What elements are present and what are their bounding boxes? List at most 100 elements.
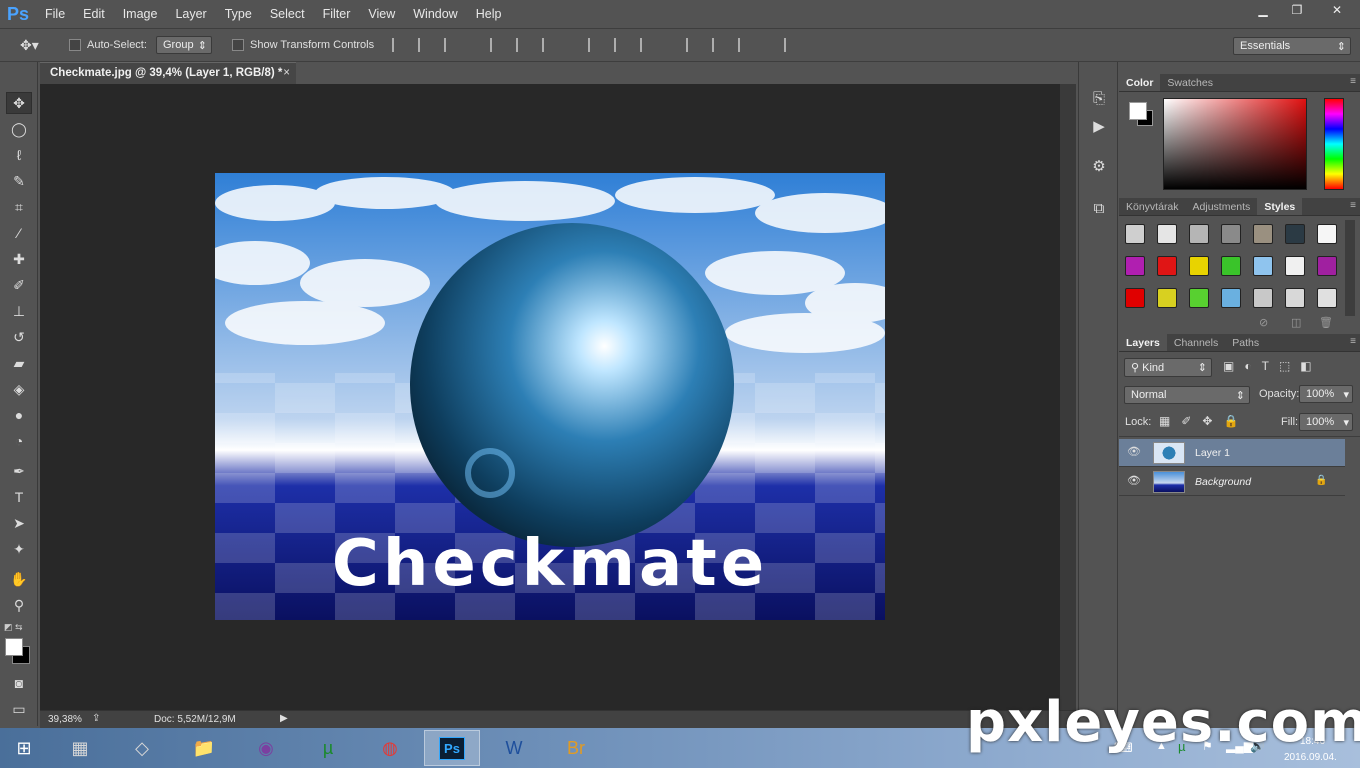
layer-name[interactable]: Background (1195, 476, 1251, 488)
distribute-top-icon[interactable] (588, 38, 602, 52)
style-swatch[interactable] (1253, 224, 1273, 244)
zoom-tool-icon[interactable]: ⚲ (6, 594, 32, 616)
history-brush-tool-icon[interactable]: ↺ (6, 326, 32, 348)
menu-view[interactable]: View (359, 0, 404, 28)
tab-color[interactable]: Color (1119, 74, 1161, 91)
blur-tool-icon[interactable]: ● (6, 404, 32, 426)
lock-position-icon[interactable]: ✥ (1202, 414, 1212, 428)
opacity-field[interactable]: 100% ▾ (1299, 385, 1353, 403)
style-swatch[interactable] (1189, 256, 1209, 276)
align-vcenter-icon[interactable] (418, 38, 432, 52)
move-tool-preset-icon[interactable]: ✥▾ (20, 37, 39, 54)
adjustment-filter-icon[interactable]: ◐ (1244, 359, 1251, 373)
layer-row-layer-1[interactable]: 👁 Layer 1 (1119, 439, 1345, 467)
menu-file[interactable]: File (36, 0, 74, 28)
tab-adjustments[interactable]: Adjustments (1186, 198, 1258, 215)
dodge-tool-icon[interactable]: ◔ (6, 430, 32, 452)
default-colors-icon[interactable]: ◩ ⇆ (4, 622, 23, 633)
healing-brush-tool-icon[interactable]: ✚ (6, 248, 32, 270)
vertical-scrollbar[interactable] (1060, 84, 1076, 710)
status-menu-arrow-icon[interactable]: ▶ (280, 713, 288, 724)
eyedropper-tool-icon[interactable]: ⁄ (6, 222, 32, 244)
visibility-eye-icon[interactable]: 👁 (1127, 474, 1141, 488)
zoom-level[interactable]: 39,38% (48, 714, 82, 725)
minimize-button[interactable]: ▁ (1246, 0, 1280, 20)
lock-transparent-icon[interactable]: ▦ (1159, 414, 1170, 428)
style-swatch[interactable] (1317, 256, 1337, 276)
new-style-icon[interactable]: ◫ (1291, 316, 1301, 329)
style-swatch[interactable] (1189, 224, 1209, 244)
type-tool-icon[interactable]: T (6, 486, 32, 508)
delete-style-icon[interactable]: 🗑 (1319, 316, 1333, 329)
style-swatch[interactable] (1285, 224, 1305, 244)
paint-bucket-tool-icon[interactable]: ◈ (6, 378, 32, 400)
style-swatch[interactable] (1317, 224, 1337, 244)
pixel-filter-icon[interactable]: ▣ (1223, 359, 1234, 373)
path-selection-tool-icon[interactable]: ➤ (6, 512, 32, 534)
align-left-icon[interactable] (490, 38, 504, 52)
elliptical-marquee-tool-icon[interactable]: ◯ (6, 118, 32, 140)
auto-select-checkbox[interactable] (69, 39, 81, 51)
calculator-taskbar-icon[interactable]: ▦ (52, 730, 108, 766)
style-swatch[interactable] (1285, 288, 1305, 308)
clone-stamp-tool-icon[interactable]: ⊥ (6, 300, 32, 322)
color-field[interactable] (1163, 98, 1307, 190)
shape-filter-icon[interactable]: ⬚ (1279, 359, 1290, 373)
styles-scrollbar[interactable] (1345, 220, 1355, 316)
style-swatch[interactable] (1125, 256, 1145, 276)
menu-help[interactable]: Help (467, 0, 511, 28)
move-tool-icon[interactable]: ✥ (6, 92, 32, 114)
style-swatch[interactable] (1317, 288, 1337, 308)
tab-layers[interactable]: Layers (1119, 334, 1167, 351)
pen-tool-icon[interactable]: ✒ (6, 460, 32, 482)
style-swatch[interactable] (1125, 288, 1145, 308)
foreground-color-chip[interactable] (1129, 102, 1147, 120)
lock-all-icon[interactable]: 🔒 (1223, 414, 1238, 428)
bridge-taskbar-icon[interactable]: Br (548, 730, 604, 766)
align-hcenter-icon[interactable] (516, 38, 530, 52)
tool-presets-panel-icon[interactable]: ⧉ (1089, 198, 1109, 218)
tab-swatches[interactable]: Swatches (1160, 74, 1220, 91)
hue-slider[interactable] (1324, 98, 1344, 190)
tab-konyvtarak[interactable]: Könyvtárak (1119, 198, 1186, 215)
type-filter-icon[interactable]: T (1262, 359, 1269, 373)
share-icon[interactable]: ⇪ (92, 713, 100, 724)
style-swatch[interactable] (1157, 288, 1177, 308)
chrome-taskbar-icon[interactable]: ◍ (362, 730, 418, 766)
utorrent-taskbar-icon[interactable]: µ (300, 730, 356, 766)
clear-style-icon[interactable]: ⊘ (1259, 316, 1268, 329)
style-swatch[interactable] (1157, 256, 1177, 276)
canvas-area[interactable]: Checkmate (40, 84, 1076, 710)
tab-styles[interactable]: Styles (1257, 198, 1303, 215)
menu-select[interactable]: Select (261, 0, 314, 28)
foreground-color-swatch[interactable] (5, 638, 23, 656)
distribute-right-icon[interactable] (738, 38, 752, 52)
style-swatch[interactable] (1125, 224, 1145, 244)
auto-align-icon[interactable] (784, 38, 798, 52)
viber-taskbar-icon[interactable]: ◉ (238, 730, 294, 766)
crop-tool-icon[interactable]: ⌗ (6, 196, 32, 218)
tab-channels[interactable]: Channels (1167, 334, 1225, 351)
tab-paths[interactable]: Paths (1225, 334, 1266, 351)
blend-mode-dropdown[interactable]: Normal ⇕ (1124, 386, 1250, 404)
file-explorer-taskbar-icon[interactable]: 📁 (176, 730, 232, 766)
actions-panel-icon[interactable]: ▶ (1089, 116, 1109, 136)
close-button[interactable]: ✕ (1314, 0, 1360, 20)
layer-filter-dropdown[interactable]: ⚲ Kind ⇕ (1124, 358, 1212, 377)
layer-name[interactable]: Layer 1 (1195, 447, 1230, 459)
distribute-vcenter-icon[interactable] (614, 38, 628, 52)
notes-taskbar-icon[interactable]: ◇ (114, 730, 170, 766)
screen-mode-icon[interactable]: ▭ (6, 698, 32, 720)
eraser-tool-icon[interactable]: ▰ (6, 352, 32, 374)
style-swatch[interactable] (1285, 256, 1305, 276)
layer-row-background[interactable]: 👁 Background 🔒 (1119, 468, 1345, 496)
menu-window[interactable]: Window (404, 0, 466, 28)
style-swatch[interactable] (1157, 224, 1177, 244)
distribute-left-icon[interactable] (686, 38, 700, 52)
word-taskbar-icon[interactable]: W (486, 730, 542, 766)
document-canvas[interactable]: Checkmate (215, 173, 885, 620)
style-swatch[interactable] (1221, 256, 1241, 276)
panel-menu-icon[interactable]: ≡ (1350, 336, 1356, 347)
fill-field[interactable]: 100% ▾ (1299, 413, 1353, 431)
menu-filter[interactable]: Filter (314, 0, 360, 28)
